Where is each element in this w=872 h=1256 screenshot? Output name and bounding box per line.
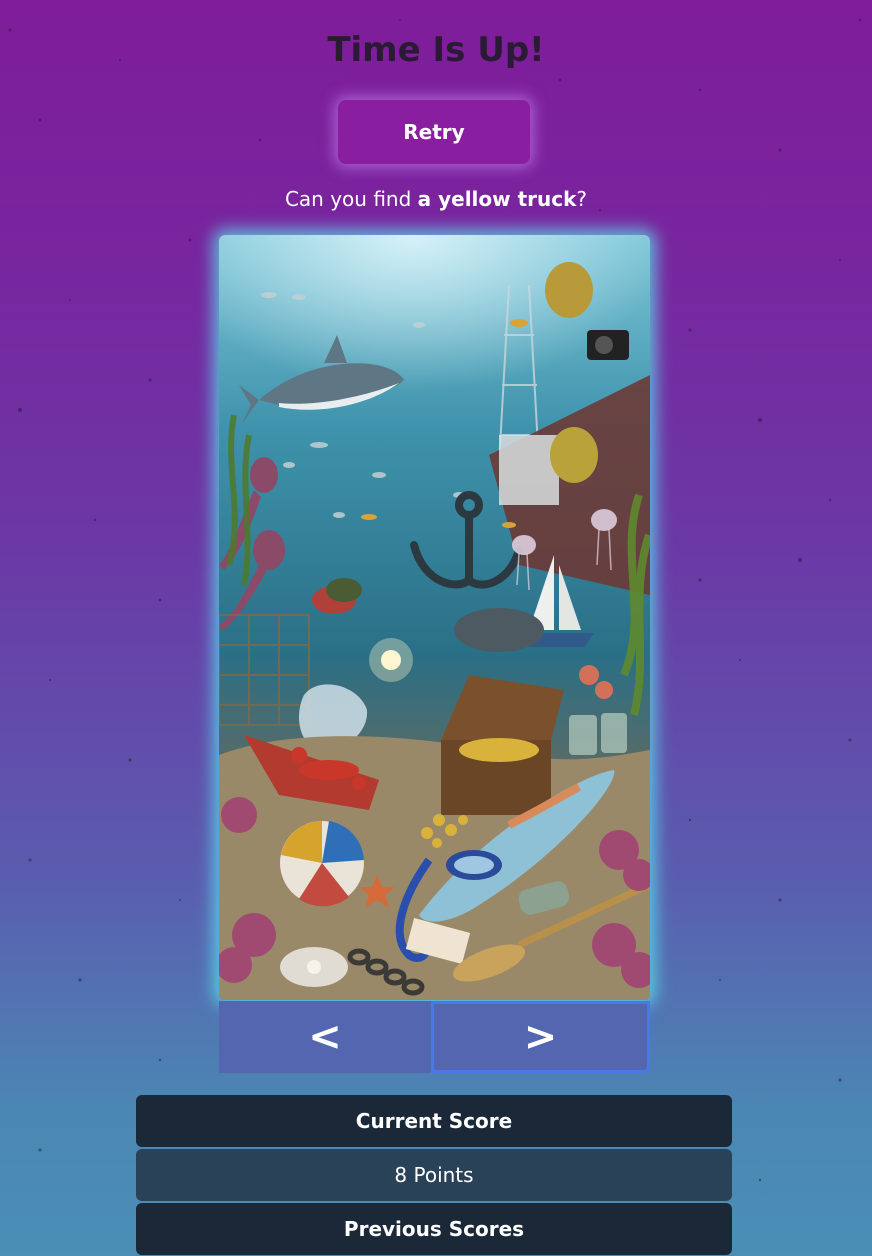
page-title: Time Is Up!	[327, 30, 545, 70]
underwater-scene-image[interactable]	[219, 235, 650, 1000]
search-prompt: Can you find a yellow truck?	[0, 187, 872, 211]
image-navigation: < >	[219, 1001, 650, 1075]
next-image-button[interactable]: >	[431, 1001, 650, 1073]
prompt-target: a yellow truck	[417, 187, 577, 211]
hidden-object-scene[interactable]	[219, 235, 650, 1000]
current-score-header: Current Score	[136, 1095, 732, 1147]
prompt-lead: Can you find	[284, 187, 418, 211]
current-score-value: 8 Points	[136, 1149, 732, 1201]
previous-image-button[interactable]: <	[219, 1001, 431, 1073]
retry-button[interactable]: Retry	[338, 100, 530, 164]
prompt-tail: ?	[576, 187, 588, 211]
previous-scores-toggle[interactable]: Previous Scores	[136, 1203, 732, 1255]
